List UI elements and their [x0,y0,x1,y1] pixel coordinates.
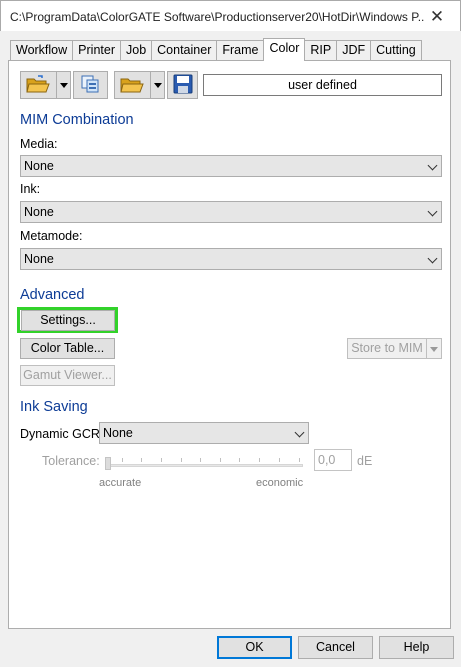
store-to-mim-dropdown[interactable] [426,338,442,359]
slider-tick [181,458,182,462]
slider-min-label: accurate [99,477,142,489]
tolerance-slider-thumb[interactable] [105,457,111,470]
tolerance-input[interactable]: 0,0 [314,449,352,471]
dynamic-gcr-select[interactable]: None [99,422,309,444]
save-disk-icon [173,74,193,97]
dynamic-gcr-value: None [103,426,133,440]
close-icon[interactable]: ✕ [414,1,460,32]
slider-tick [161,458,162,462]
tolerance-slider-track[interactable] [107,464,303,467]
metamode-select[interactable]: None [20,248,442,270]
tab-color[interactable]: Color [263,38,306,61]
preset-name-field[interactable]: user defined [203,74,442,96]
open-folder-icon [26,75,50,98]
slider-max-label: economic [256,477,304,489]
title-bar: C:\ProgramData\ColorGATE Software\Produc… [0,0,461,31]
tab-rip[interactable]: RIP [304,40,338,61]
tab-strip: Workflow Printer Job Container Frame Col… [10,38,422,61]
ink-saving-heading: Ink Saving [20,399,88,415]
color-table-button[interactable]: Color Table... [20,338,115,359]
tab-cutting[interactable]: Cutting [370,40,422,61]
chevron-down-icon [427,206,438,217]
ink-select[interactable]: None [20,201,442,223]
tolerance-unit: dE [357,454,373,468]
chevron-down-icon [294,427,305,438]
help-button[interactable]: Help [379,636,454,659]
copy-files-icon [80,74,102,97]
chevron-down-icon[interactable] [154,83,162,88]
open-preset-button[interactable] [20,71,71,99]
tab-printer[interactable]: Printer [72,40,121,61]
window-title: C:\ProgramData\ColorGATE Software\Produc… [10,10,425,24]
store-to-mim-button[interactable]: Store to MIM [347,338,427,359]
open-folder-icon [120,75,144,98]
chevron-down-icon [430,347,438,352]
chevron-down-icon [427,253,438,264]
media-value: None [24,159,54,173]
tab-frame[interactable]: Frame [216,40,265,61]
slider-tick [239,458,240,462]
dynamic-gcr-label: Dynamic GCR: [20,427,104,441]
open-folder-button[interactable] [114,71,165,99]
tab-container[interactable]: Container [151,40,218,61]
tolerance-label: Tolerance: [42,454,100,468]
tab-jdf[interactable]: JDF [336,40,372,61]
chevron-down-icon[interactable] [60,83,68,88]
ink-label: Ink: [20,182,41,196]
media-select[interactable]: None [20,155,442,177]
tab-job[interactable]: Job [120,40,153,61]
cancel-button[interactable]: Cancel [298,636,373,659]
slider-tick [279,458,280,462]
gamut-viewer-button[interactable]: Gamut Viewer... [20,365,115,386]
slider-tick [220,458,221,462]
advanced-heading: Advanced [20,287,85,303]
slider-tick [200,458,201,462]
slider-tick [141,458,142,462]
ink-value: None [24,205,54,219]
media-label: Media: [20,137,58,151]
copy-files-button[interactable] [73,71,108,99]
metamode-label: Metamode: [20,229,83,243]
slider-tick [299,458,300,462]
mim-combination-heading: MIM Combination [20,112,134,128]
ok-button[interactable]: OK [217,636,292,659]
slider-tick [259,458,260,462]
tab-workflow[interactable]: Workflow [10,40,74,61]
slider-tick [122,458,123,462]
metamode-value: None [24,252,54,266]
chevron-down-icon [427,160,438,171]
save-button[interactable] [167,71,198,99]
settings-button[interactable]: Settings... [21,310,115,331]
color-tab-panel: user defined MIM Combination Media: None… [8,60,451,629]
